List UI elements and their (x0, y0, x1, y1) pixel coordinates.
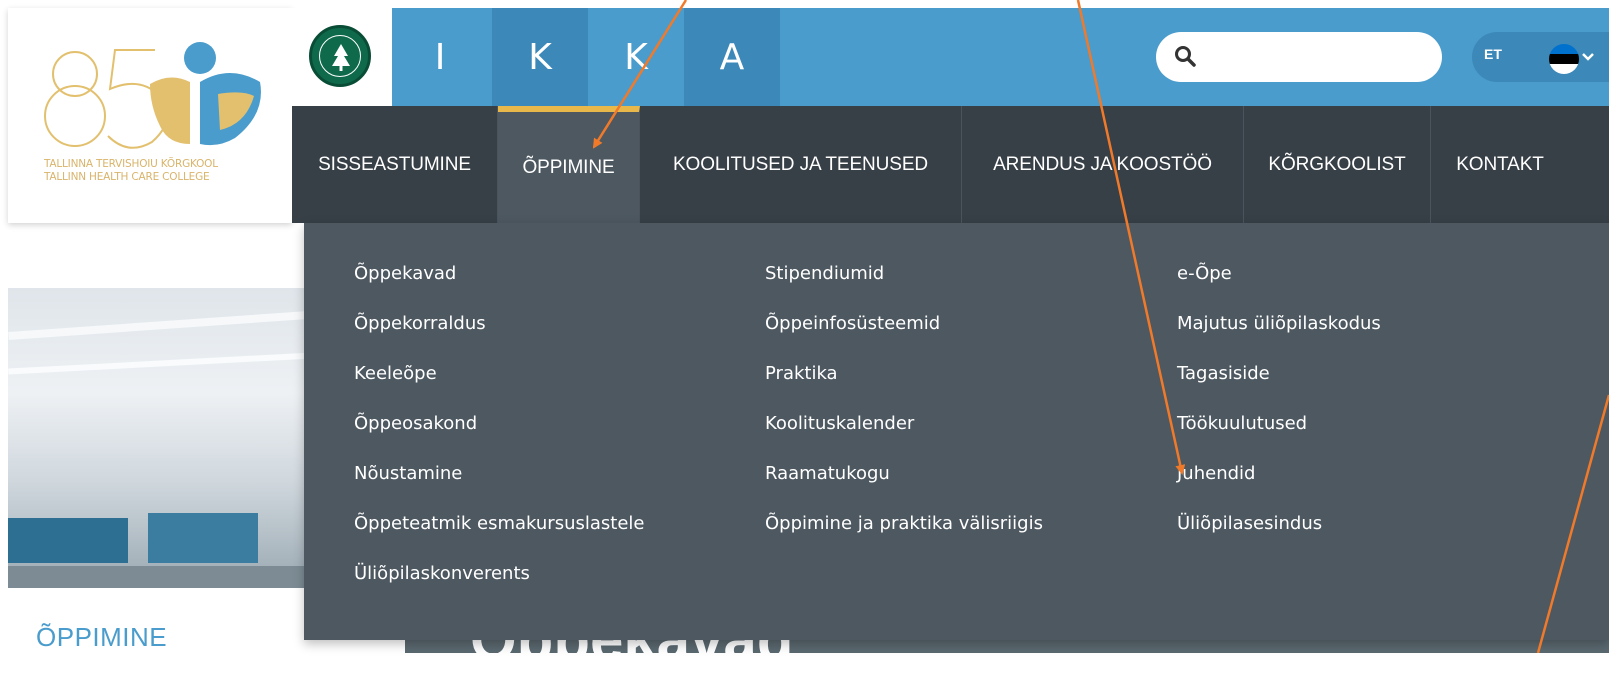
logo-text: TALLINNA TERVISHOIU KÕRGKOOL TALLINN HEA… (44, 158, 276, 184)
nav-item-sisseastumine[interactable]: SISSEASTUMINE (292, 106, 498, 223)
language-switcher[interactable]: ET (1472, 32, 1609, 82)
logo-line-2: TALLINN HEALTH CARE COLLEGE (44, 171, 210, 183)
section-title: ÕPPIMINE (36, 622, 168, 652)
search-icon[interactable] (1174, 45, 1196, 67)
menu-link-uliopilasesindus[interactable]: Üliõpilasesindus (1177, 513, 1381, 563)
menu-link-oppeinfosusteemid[interactable]: Õppeinfosüsteemid (765, 313, 1043, 363)
ikka-letter-k2[interactable]: K (588, 8, 684, 106)
dropdown-column-1: Õppekavad Õppekorraldus Keeleõpe Õppeosa… (354, 263, 644, 613)
college-logo[interactable]: TALLINNA TERVISHOIU KÕRGKOOL TALLINN HEA… (8, 8, 292, 223)
menu-link-raamatukogu[interactable]: Raamatukogu (765, 463, 1043, 513)
nav-item-korgkoolist[interactable]: KÕRGKOOLIST (1244, 106, 1431, 223)
menu-link-juhendid[interactable]: Juhendid (1177, 463, 1381, 513)
dropdown-column-3: e-Õpe Majutus üliõpilaskodus Tagasiside … (1177, 263, 1381, 563)
menu-link-e-ope[interactable]: e-Õpe (1177, 263, 1381, 313)
search-input[interactable] (1206, 42, 1430, 74)
menu-link-noustamine[interactable]: Nõustamine (354, 463, 644, 513)
menu-link-koolituskalender[interactable]: Koolituskalender (765, 413, 1043, 463)
language-code: ET (1484, 46, 1502, 62)
college-85-logo-icon (44, 42, 261, 149)
menu-link-praktika[interactable]: Praktika (765, 363, 1043, 413)
nav-item-kontakt[interactable]: KONTAKT (1431, 106, 1569, 223)
menu-link-oppeteatmik[interactable]: Õppeteatmik esmakursuslastele (354, 513, 644, 563)
menu-link-oppimine-valisriigis[interactable]: Õppimine ja praktika välisriigis (765, 513, 1043, 563)
chevron-down-icon (1582, 53, 1594, 61)
oppimine-dropdown-menu: Õppekavad Õppekorraldus Keeleõpe Õppeosa… (304, 223, 1609, 640)
tree-seal-icon (332, 44, 350, 71)
menu-link-uliopilaskonverents[interactable]: Üliõpilaskonverents (354, 563, 644, 613)
menu-link-majutus[interactable]: Majutus üliõpilaskodus (1177, 313, 1381, 363)
ikka-letter-i[interactable]: I (392, 8, 488, 106)
estonia-flag-icon (1549, 44, 1579, 74)
menu-link-tookuulutused[interactable]: Töökuulutused (1177, 413, 1381, 463)
accreditation-badge (309, 25, 371, 87)
search-box[interactable] (1156, 32, 1442, 82)
logo-line-1: TALLINNA TERVISHOIU KÕRGKOOL (44, 158, 218, 170)
nav-item-arendus-ja-koostoo[interactable]: ARENDUS JA KOOSTÖÖ (962, 106, 1244, 223)
ikka-letter-k1[interactable]: K (492, 8, 588, 106)
nav-item-oppimine[interactable]: ÕPPIMINE (498, 106, 640, 223)
main-nav: SISSEASTUMINE ÕPPIMINE KOOLITUSED JA TEE… (292, 106, 1609, 223)
menu-link-stipendiumid[interactable]: Stipendiumid (765, 263, 1043, 313)
menu-link-oppeosakond[interactable]: Õppeosakond (354, 413, 644, 463)
dropdown-column-2: Stipendiumid Õppeinfosüsteemid Praktika … (765, 263, 1043, 563)
menu-link-keeleope[interactable]: Keeleõpe (354, 363, 644, 413)
menu-link-oppekorraldus[interactable]: Õppekorraldus (354, 313, 644, 363)
ikka-letter-a[interactable]: A (684, 8, 780, 106)
nav-item-koolitused-ja-teenused[interactable]: KOOLITUSED JA TEENUSED (640, 106, 962, 223)
top-bar: I K K A ET (292, 8, 1609, 106)
accreditation-badge-tile[interactable] (292, 8, 392, 106)
menu-link-tagasiside[interactable]: Tagasiside (1177, 363, 1381, 413)
menu-link-oppekavad[interactable]: Õppekavad (354, 263, 644, 313)
